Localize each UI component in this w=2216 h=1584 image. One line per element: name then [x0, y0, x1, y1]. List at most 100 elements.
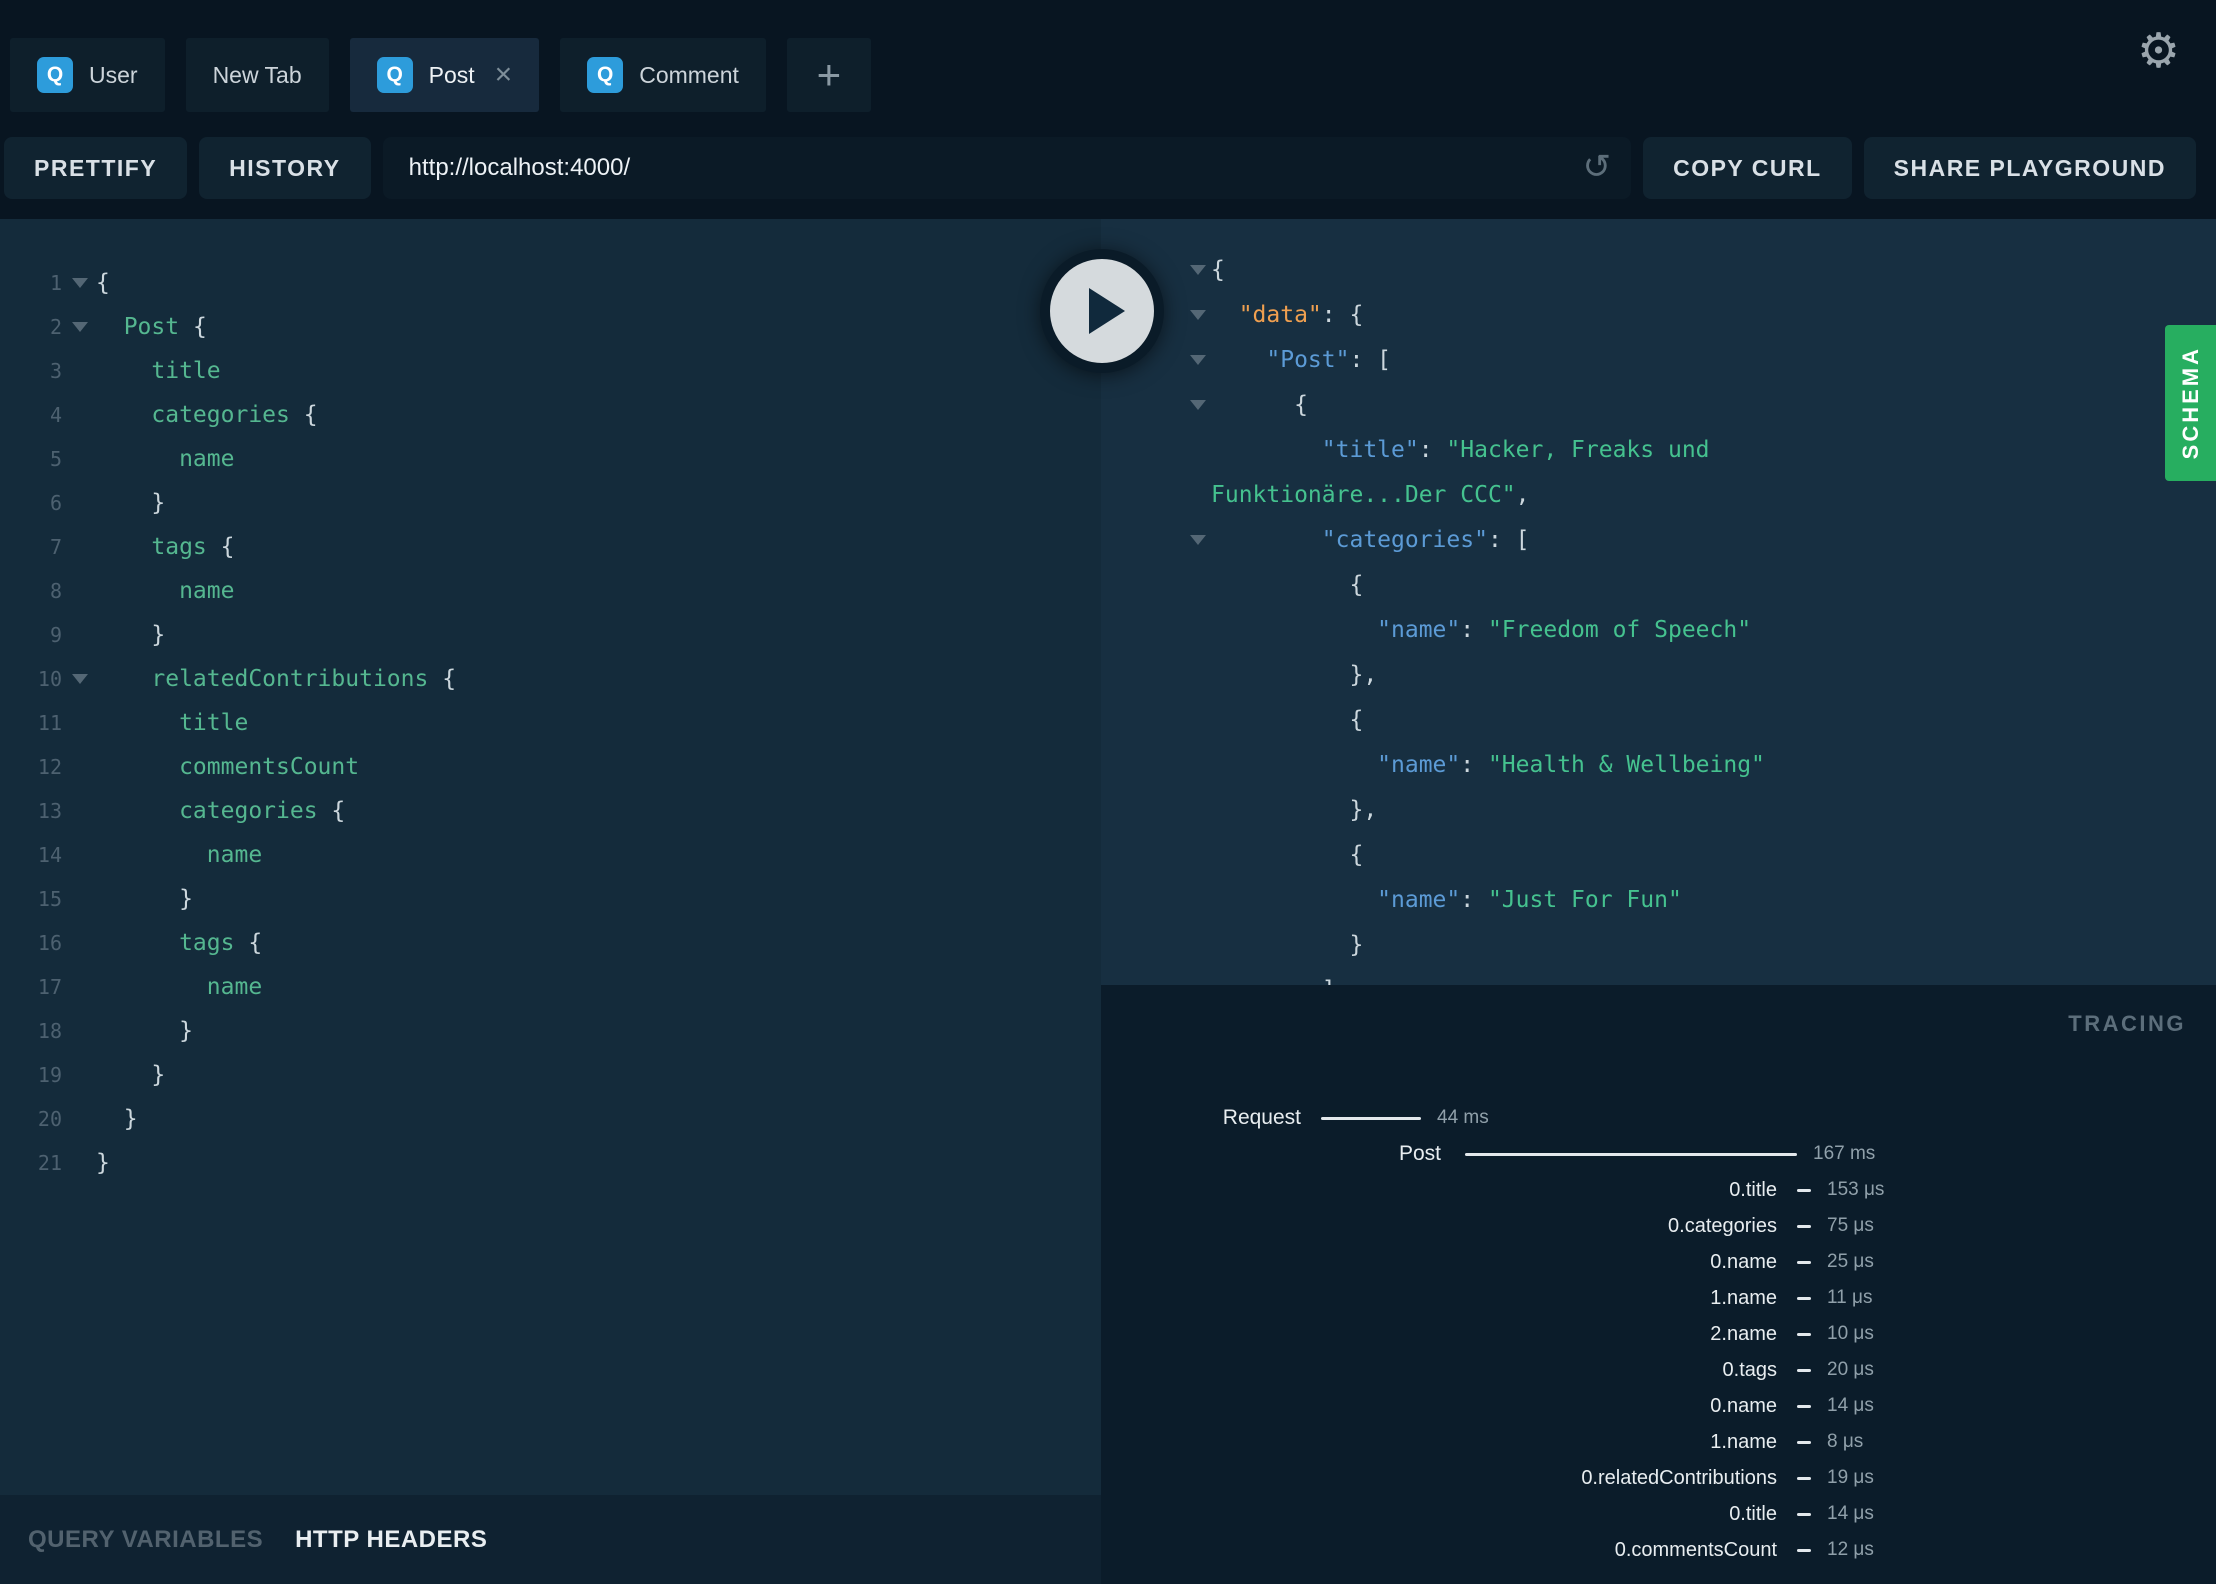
query-code-line[interactable]: 20 }: [0, 1097, 1101, 1141]
code-token: :: [1460, 886, 1488, 913]
code-text: categories {: [96, 402, 317, 428]
query-code-line[interactable]: 5 name: [0, 437, 1101, 481]
tracing-title: TRACING: [2068, 1011, 2186, 1036]
schema-tab-label: SCHEMA: [2177, 346, 2203, 460]
code-text: }: [96, 490, 165, 516]
code-text: name: [96, 974, 262, 1000]
tab-new-tab[interactable]: New Tab: [185, 38, 329, 112]
code-text: }: [96, 886, 193, 912]
trace-bar: [1797, 1440, 1811, 1444]
execute-query-button[interactable]: [1040, 249, 1164, 373]
code-token: "name": [1211, 751, 1461, 778]
fold-arrow-icon[interactable]: [1185, 265, 1211, 275]
query-code-line[interactable]: 7 tags {: [0, 525, 1101, 569]
prettify-button[interactable]: PRETTIFY: [4, 137, 188, 199]
copy-curl-button[interactable]: COPY CURL: [1643, 137, 1852, 199]
query-code-line[interactable]: 9 }: [0, 613, 1101, 657]
settings-gear-icon[interactable]: ⚙: [2137, 28, 2180, 76]
tab-comment[interactable]: Q Comment: [560, 38, 766, 112]
code-token: tags: [96, 930, 249, 956]
line-number: 5: [49, 447, 62, 471]
trace-row-request: Request 44 ms: [1101, 1100, 2216, 1136]
query-code-line[interactable]: 12 commentsCount: [0, 745, 1101, 789]
code-text: "Post": [: [1211, 347, 1391, 373]
query-code-line[interactable]: 13 categories {: [0, 789, 1101, 833]
trace-time: 167 ms: [1813, 1143, 1876, 1164]
fold-arrow-icon[interactable]: [1185, 310, 1211, 320]
schema-tab[interactable]: SCHEMA: [2165, 325, 2216, 481]
query-code-line[interactable]: 4 categories {: [0, 393, 1101, 437]
trace-row: 0.name 14 μs: [1101, 1388, 2216, 1424]
query-editor[interactable]: 1{2 Post {3 title 4 categories {5 name 6 }…: [0, 219, 1101, 1495]
new-tab-button[interactable]: +: [786, 38, 871, 112]
code-token: ,: [1515, 481, 1530, 508]
code-token: {: [1211, 841, 1364, 868]
fold-arrow-icon[interactable]: [1185, 355, 1211, 365]
trace-label: 1.name: [1710, 1286, 1777, 1309]
fold-arrow-icon[interactable]: [1185, 535, 1211, 545]
code-text: },: [1211, 797, 1377, 823]
code-token: "data": [1211, 301, 1322, 328]
code-token: "Just For Fun": [1487, 886, 1682, 913]
editor-bottom-bar: QUERY VARIABLES HTTP HEADERS: [0, 1495, 1101, 1584]
trace-time: 14 μs: [1827, 1503, 1874, 1524]
http-headers-tab[interactable]: HTTP HEADERS: [295, 1526, 487, 1554]
trace-bar: [1797, 1512, 1811, 1516]
tab-post[interactable]: Q Post ×: [349, 38, 540, 112]
reload-icon[interactable]: ↺: [1583, 147, 1612, 187]
query-code-line[interactable]: 1{: [0, 261, 1101, 305]
history-button[interactable]: HISTORY: [199, 137, 371, 199]
close-tab-icon[interactable]: ×: [495, 60, 513, 90]
trace-label: 0.name: [1710, 1250, 1777, 1273]
query-code-line[interactable]: 19 }: [0, 1053, 1101, 1097]
code-text: name: [96, 842, 262, 868]
code-token: },: [1211, 796, 1378, 823]
query-code-line[interactable]: 17 name: [0, 965, 1101, 1009]
trace-bar: [1797, 1296, 1811, 1300]
code-text: {: [1211, 707, 1363, 733]
query-code-line[interactable]: 11 title: [0, 701, 1101, 745]
fold-arrow-icon[interactable]: [64, 322, 96, 332]
query-code-line[interactable]: 18 }: [0, 1009, 1101, 1053]
code-text: {: [1211, 392, 1308, 418]
response-code-line: {: [1101, 382, 2216, 427]
trace-label: Post: [1398, 1142, 1441, 1165]
trace-label: 0.title: [1729, 1502, 1777, 1525]
tab-user[interactable]: Q User: [10, 38, 165, 112]
response-code-line: {: [1101, 247, 2216, 292]
response-viewer: { "data": { "Post": [ { "title": "Hacker…: [1101, 219, 2216, 985]
code-text: Post {: [96, 314, 207, 340]
query-code-line[interactable]: 2 Post {: [0, 305, 1101, 349]
response-code-line: "name": "Just For Fun": [1101, 877, 2216, 922]
code-token: "Health & Wellbeing": [1487, 751, 1765, 778]
code-token: :: [1460, 751, 1488, 778]
code-token: },: [1211, 661, 1378, 688]
code-text: }: [96, 1018, 193, 1044]
query-code-line[interactable]: 6 }: [0, 481, 1101, 525]
query-code-line[interactable]: 8 name: [0, 569, 1101, 613]
query-code-line[interactable]: 15 }: [0, 877, 1101, 921]
trace-label: 0.tags: [1722, 1358, 1777, 1381]
fold-arrow-icon[interactable]: [64, 278, 96, 288]
code-token: {: [220, 534, 235, 560]
query-code-line[interactable]: 14 name: [0, 833, 1101, 877]
query-variables-tab[interactable]: QUERY VARIABLES: [28, 1526, 263, 1554]
code-text: "name": "Just For Fun": [1211, 887, 1682, 913]
trace-time: 44 ms: [1437, 1107, 1489, 1128]
fold-arrow-icon[interactable]: [64, 674, 96, 684]
query-code-line[interactable]: 16 tags {: [0, 921, 1101, 965]
tab-label: User: [89, 61, 138, 88]
fold-arrow-icon[interactable]: [1185, 400, 1211, 410]
trace-bar: [1797, 1368, 1811, 1372]
trace-time: 14 μs: [1827, 1395, 1874, 1416]
url-input[interactable]: [382, 137, 1632, 199]
trace-time: 75 μs: [1827, 1215, 1874, 1236]
code-text: {: [1211, 572, 1363, 598]
code-token: }: [1211, 931, 1364, 958]
share-playground-button[interactable]: SHARE PLAYGROUND: [1863, 137, 2196, 199]
query-code-line[interactable]: 3 title: [0, 349, 1101, 393]
trace-label: 0.commentsCount: [1614, 1538, 1777, 1561]
code-token: categories: [96, 402, 304, 428]
query-code-line[interactable]: 21}: [0, 1141, 1101, 1185]
query-code-line[interactable]: 10 relatedContributions {: [0, 657, 1101, 701]
